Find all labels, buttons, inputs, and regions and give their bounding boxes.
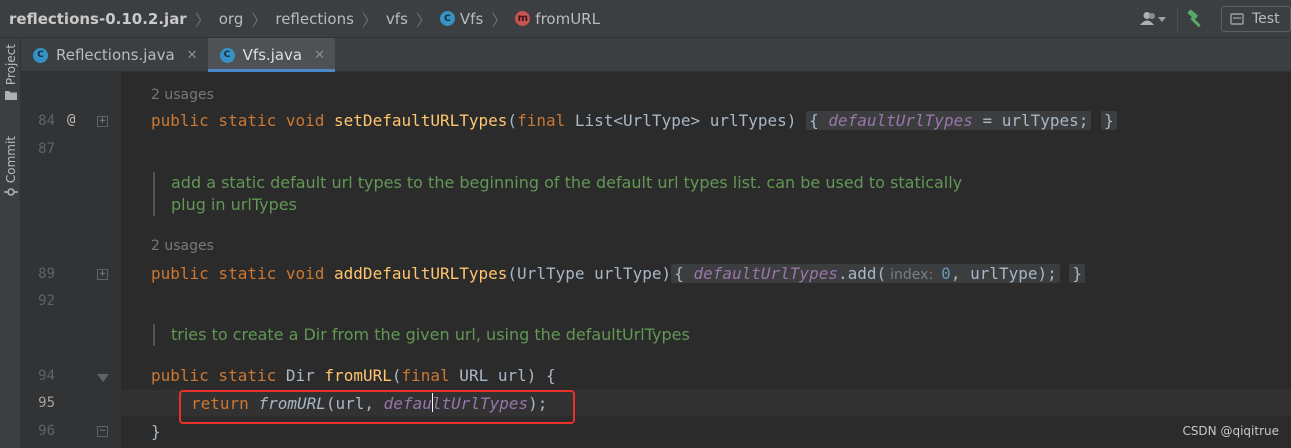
breadcrumb-separator: 〉 [361,10,378,30]
return-type: Dir [285,366,315,385]
paren: ( [507,111,518,130]
code-line-84: public static void setDefaultURLTypes(fi… [151,110,1117,132]
breadcrumb-separator: 〉 [491,10,508,30]
class-icon: C [219,47,235,63]
navigation-bar: reflections-0.10.2.jar 〉 org 〉 reflectio… [0,0,1291,38]
final-keyword: final [517,111,566,130]
build-hammer-icon[interactable] [1177,7,1213,31]
breadcrumb-class-vfs[interactable]: C Vfs [439,9,484,28]
tab-label: Reflections.java [56,46,175,64]
breadcrumb-item-reflections[interactable]: reflections [275,10,354,28]
project-tool-label: Project [3,44,18,86]
override-marker-icon[interactable]: @ [67,112,75,128]
run-config-label: Test [1252,11,1280,27]
tab-label: Vfs.java [242,46,303,64]
tab-vfs-java[interactable]: C Vfs.java ✕ [207,38,336,72]
run-config-icon [1230,13,1244,25]
number-literal: 0 [941,264,951,283]
editor-tab-bar: C Reflections.java ✕ C Vfs.java ✕ [21,38,1291,72]
fold-expand-icon[interactable]: + [97,269,108,280]
params: List<UrlType> urlTypes) [565,111,797,130]
commit-tool-label: Commit [3,136,18,184]
modifiers: public static void [151,264,325,283]
field-ref: defaultUrlTypes [693,264,838,283]
method-name: setDefaultURLTypes [334,111,508,130]
line-number: 84 [38,113,55,129]
params: (UrlType urlType) [507,264,672,283]
line-number: 89 [38,266,55,282]
usages-hint[interactable]: 2 usages [151,238,214,254]
line-number: 87 [38,141,55,157]
code-line-89: public static void addDefaultURLTypes(Ur… [151,263,1086,286]
code-line-94: public static Dir fromURL(final URL url)… [151,365,556,387]
brace-open: { [809,111,819,130]
parameter-hint: index: [886,267,938,283]
commit-tool-tab[interactable]: Commit [1,136,20,197]
code-editor[interactable]: 84 @ + 87 89 + 92 94 95 96 − 2 usages pu… [21,72,1291,448]
doc-comment-line: tries to create a Dir from the given url… [171,325,690,344]
fold-end-icon[interactable]: − [97,426,108,437]
tab-reflections-java[interactable]: C Reflections.java ✕ [21,38,208,72]
folded-body[interactable]: { defaultUrlTypes.add(index: 0, urlType); [671,264,1060,283]
breadcrumb-separator: 〉 [415,10,432,30]
close-tab-icon[interactable]: ✕ [187,48,198,63]
fold-collapse-icon[interactable] [97,374,109,382]
call: .add( [837,264,887,283]
closing-brace: } [151,422,161,441]
editor-gutter: 84 @ + 87 89 + 92 94 95 96 − [21,72,121,448]
breadcrumb-item-org[interactable]: org [219,10,244,28]
call-rest: , urlType); [950,264,1057,283]
line-number-current: 95 [38,395,55,411]
close-tab-icon[interactable]: ✕ [314,48,325,63]
doc-comment: add a static default url types to the be… [153,172,962,216]
doc-comment-line: add a static default url types to the be… [171,173,963,192]
line-number: 92 [38,293,55,309]
breadcrumb-jar[interactable]: reflections-0.10.2.jar [9,10,187,28]
commit-icon [3,188,18,196]
brace-open: { [674,264,684,283]
final-keyword: final [401,366,450,385]
folded-brace-close: } [1101,111,1117,130]
highlight-annotation-box [179,390,575,424]
line-number: 94 [38,368,55,384]
fold-expand-icon[interactable]: + [97,116,108,127]
project-tool-tab[interactable]: Project [1,44,20,101]
modifiers: public static [151,366,277,385]
class-icon: C [33,47,48,63]
paren: ( [391,366,402,385]
folder-icon [4,91,17,101]
usages-hint[interactable]: 2 usages [151,87,214,103]
method-name: addDefaultURLTypes [334,264,508,283]
breadcrumb-method-label: fromURL [535,9,600,28]
method-name: fromURL [324,366,392,385]
assignment: = urlTypes; [972,111,1089,130]
breadcrumb-separator: 〉 [251,10,268,30]
doc-comment: tries to create a Dir from the given url… [153,324,690,346]
left-tool-strip: Project Commit [0,38,21,448]
run-configuration-select[interactable]: Test [1221,6,1291,32]
breadcrumb-separator: 〉 [194,10,211,30]
toolbar-right: Test [1137,0,1291,38]
params: URL url) { [449,366,556,385]
breadcrumb-item-vfs[interactable]: vfs [386,10,408,28]
code-line-96: } [151,421,161,443]
user-dropdown-icon[interactable] [1137,7,1171,31]
line-number: 96 [38,423,55,439]
watermark: CSDN @qiqitrue [1182,424,1279,438]
folded-body[interactable]: { defaultUrlTypes = urlTypes; [806,111,1092,130]
modifiers: public static void [151,111,325,130]
breadcrumb-class-label: Vfs [459,9,484,28]
doc-comment-line: plug in urlTypes [171,195,297,214]
breadcrumb-method-fromurl[interactable]: m fromURL [515,10,600,28]
method-icon: m [515,11,531,26]
folded-brace-close: } [1069,264,1086,283]
field-ref: defaultUrlTypes [828,111,973,130]
class-icon: C [439,11,455,26]
